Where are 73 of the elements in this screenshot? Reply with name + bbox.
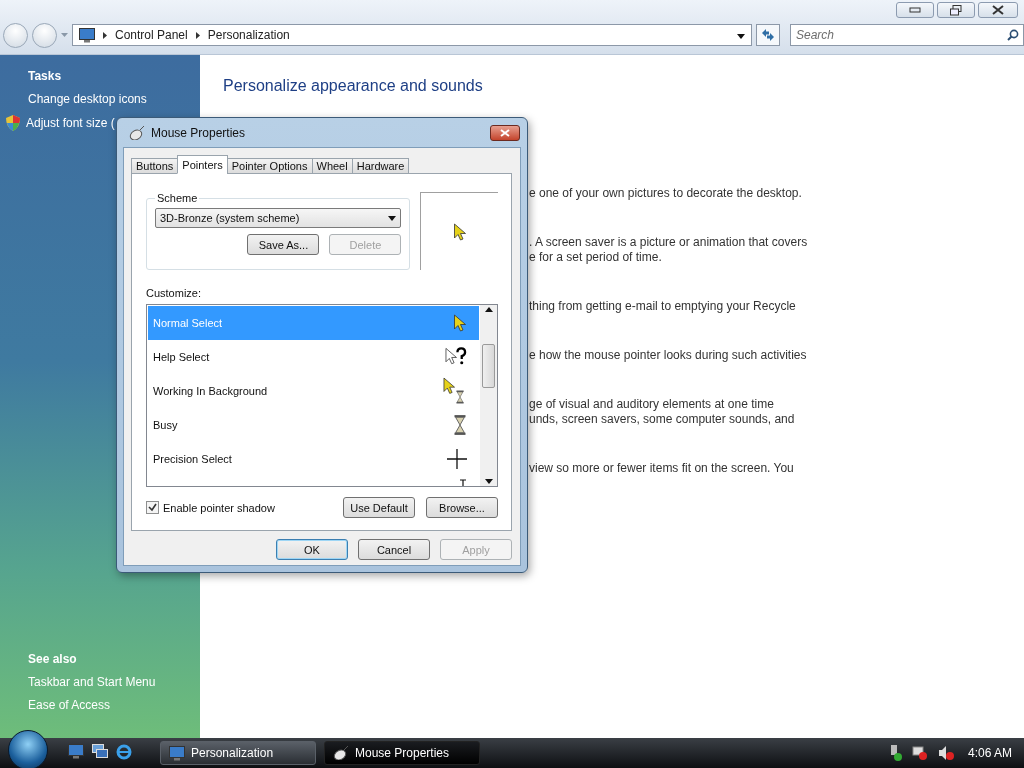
restore-icon bbox=[950, 4, 962, 16]
scroll-down-icon bbox=[484, 479, 493, 484]
scroll-thumb[interactable] bbox=[482, 343, 495, 388]
pointer-row[interactable]: Working In Background bbox=[148, 374, 479, 408]
shield-icon bbox=[6, 115, 20, 131]
tab[interactable]: Wheel bbox=[311, 158, 353, 174]
pointer-button[interactable]: Use Default bbox=[343, 497, 415, 518]
dialog-button[interactable]: Cancel bbox=[358, 539, 430, 560]
scheme-dropdown[interactable]: 3D-Bronze (system scheme) bbox=[155, 208, 402, 228]
crosshair-icon bbox=[447, 449, 467, 469]
history-caret-icon bbox=[61, 33, 68, 37]
start-button[interactable] bbox=[8, 730, 48, 768]
description-text: e one of your own pictures to decorate the desktop. bbox=[529, 186, 803, 201]
arrow-cursor-icon bbox=[452, 222, 467, 241]
dialog-title: Mouse Properties bbox=[151, 125, 247, 140]
scroll-up-icon bbox=[484, 307, 493, 312]
dropdown-caret-icon bbox=[737, 34, 745, 39]
customize-label: Customize: bbox=[146, 287, 203, 299]
restore-button[interactable] bbox=[937, 2, 975, 18]
search-icon bbox=[1007, 29, 1019, 41]
close-icon bbox=[500, 128, 510, 137]
pointer-row[interactable]: Busy bbox=[148, 408, 479, 442]
tab[interactable]: Buttons bbox=[131, 158, 179, 174]
help-cursor-icon bbox=[445, 347, 467, 367]
minimize-icon bbox=[909, 7, 921, 13]
close-button[interactable] bbox=[978, 2, 1018, 18]
see-also-heading: See also bbox=[28, 652, 78, 666]
busy-arrow-cursor-icon bbox=[443, 377, 467, 405]
tab[interactable]: Pointers bbox=[177, 155, 228, 174]
connection-error-icon[interactable] bbox=[911, 745, 928, 761]
monitor-icon bbox=[169, 745, 185, 761]
close-icon bbox=[992, 5, 1004, 15]
address-bar[interactable]: Control Panel Personalization bbox=[72, 24, 752, 46]
description-text: view so more or fewer items fit on the screen. You bbox=[529, 461, 795, 476]
caret-icon bbox=[388, 215, 397, 221]
separator-arrow-icon bbox=[103, 31, 107, 39]
control-panel-icon bbox=[79, 27, 95, 43]
pointer-row[interactable]: Help Select bbox=[148, 340, 479, 374]
scheme-button[interactable]: Save As... bbox=[247, 234, 320, 255]
description-text: thing from getting e-mail to emptying your Recycle bbox=[529, 299, 797, 314]
dialog-close-button[interactable] bbox=[490, 124, 520, 141]
search-field[interactable]: Search bbox=[790, 24, 1024, 46]
scrollbar[interactable] bbox=[480, 305, 497, 486]
breadcrumb[interactable]: Control Panel bbox=[115, 28, 188, 42]
browser-icon[interactable] bbox=[116, 743, 132, 760]
task-link[interactable]: Change desktop icons bbox=[28, 92, 200, 106]
tasks-heading: Tasks bbox=[28, 69, 63, 83]
hourglass-icon bbox=[453, 414, 467, 436]
desktop-icon bbox=[68, 743, 84, 759]
mouse-icon bbox=[333, 746, 349, 760]
description-text: . A screen saver is a picture or animation that covers e for a set period of time. bbox=[529, 235, 809, 265]
refresh-icon bbox=[761, 28, 775, 42]
group-label: Scheme bbox=[156, 192, 199, 204]
description-text: ge of visual and auditory elements at one time unds, screen savers, some computer sounds, and bbox=[529, 397, 796, 427]
separator-arrow-icon bbox=[195, 31, 200, 39]
tab[interactable]: Hardware bbox=[351, 158, 410, 174]
pointer-row[interactable]: Precision Select bbox=[148, 442, 479, 476]
shadow-checkbox[interactable]: Enable pointer shadow bbox=[146, 501, 332, 514]
muted-speaker-icon[interactable] bbox=[937, 745, 954, 761]
breadcrumb[interactable]: Personalization bbox=[207, 28, 290, 42]
taskbar-button[interactable]: Personalization bbox=[160, 741, 316, 765]
switch-windows-icon[interactable] bbox=[92, 743, 108, 758]
refresh-button[interactable] bbox=[756, 24, 780, 46]
description-text: e how the mouse pointer looks during such activities bbox=[529, 348, 808, 363]
pointer-button[interactable]: Browse... bbox=[426, 497, 498, 518]
mouse-icon bbox=[129, 125, 145, 140]
dialog-button[interactable]: OK bbox=[276, 539, 348, 560]
taskbar-button[interactable]: Mouse Properties bbox=[324, 741, 480, 765]
clock[interactable]: 4:06 AM bbox=[967, 746, 1012, 760]
tab[interactable]: Pointer Options bbox=[226, 158, 313, 174]
page-heading: Personalize appearance and sounds bbox=[223, 77, 484, 95]
check-icon bbox=[148, 503, 157, 512]
arrow-cursor-icon bbox=[453, 314, 467, 332]
